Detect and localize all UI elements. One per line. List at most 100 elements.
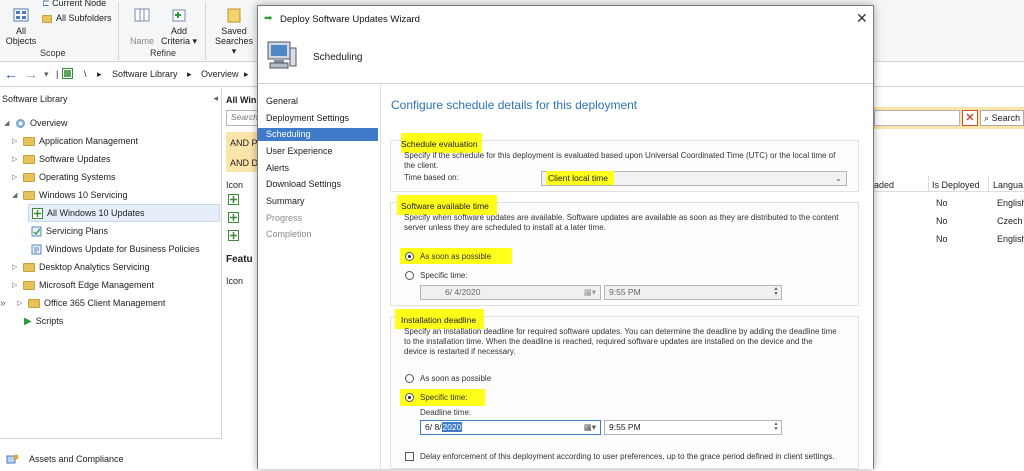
- name-button[interactable]: Name: [126, 8, 158, 46]
- back-arrow-icon[interactable]: ←: [4, 66, 18, 82]
- time-based-value: Client local time: [546, 171, 614, 185]
- nav-pane-header: Software Library ◂: [0, 88, 222, 110]
- column-header-is-deployed[interactable]: Is Deployed: [932, 180, 980, 190]
- saved-searches-button[interactable]: Saved Searches ▾: [212, 8, 256, 56]
- expand-icon[interactable]: ▷: [12, 169, 20, 187]
- deadline-time-field[interactable]: 9:55 PM ▲ ▼: [604, 420, 782, 435]
- deadline-asap-radio[interactable]: [405, 374, 414, 383]
- step-download-settings[interactable]: Download Settings: [266, 179, 341, 189]
- all-objects-label-1: All: [15, 26, 26, 36]
- tree-item-label: Operating Systems: [39, 172, 116, 182]
- expand-icon[interactable]: ▷: [12, 259, 20, 277]
- time-based-select[interactable]: Client local time ⌄: [541, 171, 847, 186]
- expand-icon[interactable]: ▷: [12, 277, 20, 295]
- nav-pane-title: Software Library: [2, 94, 68, 104]
- available-date-field: 6/ 4/2020 ▦▾: [420, 285, 601, 300]
- tree-item-label: Windows 10 Servicing: [39, 190, 128, 200]
- search-button-label: Search: [991, 113, 1021, 123]
- deadline-specific-radio[interactable]: [405, 393, 414, 402]
- tree-item-label: Office 365 Client Management: [44, 298, 166, 308]
- step-scheduling[interactable]: Scheduling: [258, 128, 378, 141]
- current-node-button[interactable]: ⊏ Current Node: [42, 0, 106, 8]
- tree-item-edge-management[interactable]: ▷ Microsoft Edge Management: [12, 276, 154, 294]
- row-2-language: Czech: [997, 216, 1023, 226]
- feature-column-icon[interactable]: Icon: [226, 276, 243, 286]
- available-specific-label: Specific time:: [420, 271, 468, 280]
- add-criteria-button[interactable]: Add Criteria ▾: [160, 8, 198, 46]
- add-criteria-icon: [172, 9, 186, 22]
- close-icon[interactable]: ✕: [856, 10, 868, 27]
- column-header-icon[interactable]: Icon: [226, 180, 243, 190]
- tree-item-label: All Windows 10 Updates: [47, 208, 145, 218]
- calendar-dropdown-icon[interactable]: ▦▾: [584, 421, 596, 434]
- tree-item-label: Microsoft Edge Management: [39, 280, 155, 290]
- saved-searches-label-2: Searches: [214, 36, 254, 46]
- step-user-experience[interactable]: User Experience: [266, 146, 333, 156]
- folder-icon: [23, 263, 35, 273]
- assets-compliance-icon: [6, 454, 19, 464]
- workspace-assets-compliance[interactable]: Assets and Compliance: [0, 438, 222, 471]
- tree-item-windows-10-servicing[interactable]: ◢ Windows 10 Servicing: [12, 186, 128, 204]
- forward-arrow-icon[interactable]: →: [24, 66, 38, 82]
- all-objects-icon: [13, 8, 29, 22]
- step-general[interactable]: General: [266, 96, 298, 106]
- available-specific-radio[interactable]: [405, 271, 414, 280]
- tree-item-wufb-policies[interactable]: Windows Update for Business Policies: [31, 240, 200, 258]
- breadcrumb-root[interactable]: \: [84, 69, 87, 79]
- expand-icon[interactable]: ▷: [12, 151, 20, 169]
- history-dropdown-icon[interactable]: ▾: [44, 69, 49, 80]
- available-time-section: Software available time Specify when sof…: [390, 195, 859, 306]
- folder-icon: [23, 155, 35, 165]
- deadline-date-prefix: 6/ 8/: [425, 422, 442, 432]
- available-asap-radio[interactable]: [405, 252, 414, 261]
- tree-item-all-windows-10-updates[interactable]: All Windows 10 Updates: [28, 204, 220, 222]
- expand-icon[interactable]: ◢: [4, 115, 12, 133]
- delay-enforcement-checkbox[interactable]: [405, 452, 414, 461]
- tree-item-software-updates[interactable]: ▷ Software Updates: [12, 150, 111, 168]
- page-title: Configure schedule details for this depl…: [391, 98, 638, 112]
- collapse-icon[interactable]: ◢: [12, 187, 20, 205]
- folder-icon: [23, 191, 35, 201]
- delay-enforcement-label: Delay enforcement of this deployment acc…: [420, 452, 835, 461]
- tree-item-overview[interactable]: ◢ Overview: [4, 114, 68, 132]
- search-input-left[interactable]: Search: [226, 110, 258, 126]
- add-criteria-label-1: Add: [170, 26, 187, 36]
- step-alerts[interactable]: Alerts: [266, 163, 289, 173]
- all-subfolders-button[interactable]: All Subfolders: [42, 13, 112, 23]
- column-divider: [928, 176, 929, 192]
- deadline-time-label: Deadline time:: [420, 408, 472, 417]
- clear-search-button[interactable]: ✕: [962, 110, 978, 126]
- tree-item-application-management[interactable]: ▷ Application Management: [12, 132, 138, 150]
- expand-icon[interactable]: ▷: [17, 295, 25, 313]
- script-play-icon: ▶: [24, 316, 32, 327]
- step-deployment-settings[interactable]: Deployment Settings: [266, 113, 349, 123]
- step-summary[interactable]: Summary: [266, 196, 305, 206]
- deadline-desc-3: device is restarted if necessary.: [404, 347, 516, 356]
- tree-item-operating-systems[interactable]: ▷ Operating Systems: [12, 168, 116, 186]
- expand-icon[interactable]: ▷: [12, 133, 20, 151]
- search-button[interactable]: ⌕ Search: [980, 110, 1024, 126]
- column-header-downloaded[interactable]: aded: [874, 180, 894, 190]
- feature-list-title: Featu: [226, 254, 253, 265]
- tree-item-servicing-plans[interactable]: Servicing Plans: [31, 222, 108, 240]
- tree-item-office-365[interactable]: » ▷ Office 365 Client Management: [0, 294, 165, 312]
- schedule-evaluation-title: Schedule evaluation: [401, 133, 482, 153]
- update-row-icon: [228, 194, 239, 205]
- column-header-language[interactable]: Langua: [993, 180, 1023, 190]
- deadline-desc-2: to the installation time. When the deadl…: [404, 337, 813, 346]
- available-time-desc-2: server unless they are scheduled to inst…: [404, 223, 606, 232]
- all-objects-button[interactable]: All Objects: [4, 8, 38, 46]
- column-divider: [988, 176, 989, 192]
- tree-item-desktop-analytics[interactable]: ▷ Desktop Analytics Servicing: [12, 258, 150, 276]
- deadline-date-field[interactable]: 6/ 8/2020 ▦▾: [420, 420, 601, 435]
- time-spinner-icon[interactable]: ▲ ▼: [772, 422, 780, 433]
- collapse-pane-icon[interactable]: ◂: [213, 93, 218, 104]
- columns-icon: [134, 8, 150, 22]
- breadcrumb-software-library[interactable]: Software Library: [112, 69, 178, 79]
- chevron-right-icon: ▸: [97, 69, 102, 79]
- double-chevron-icon[interactable]: »: [0, 295, 14, 313]
- breadcrumb-overview[interactable]: Overview: [201, 69, 239, 79]
- row-3-language: English: [997, 234, 1024, 244]
- search-input[interactable]: [874, 110, 960, 126]
- tree-item-scripts[interactable]: ▶ Scripts: [24, 312, 63, 330]
